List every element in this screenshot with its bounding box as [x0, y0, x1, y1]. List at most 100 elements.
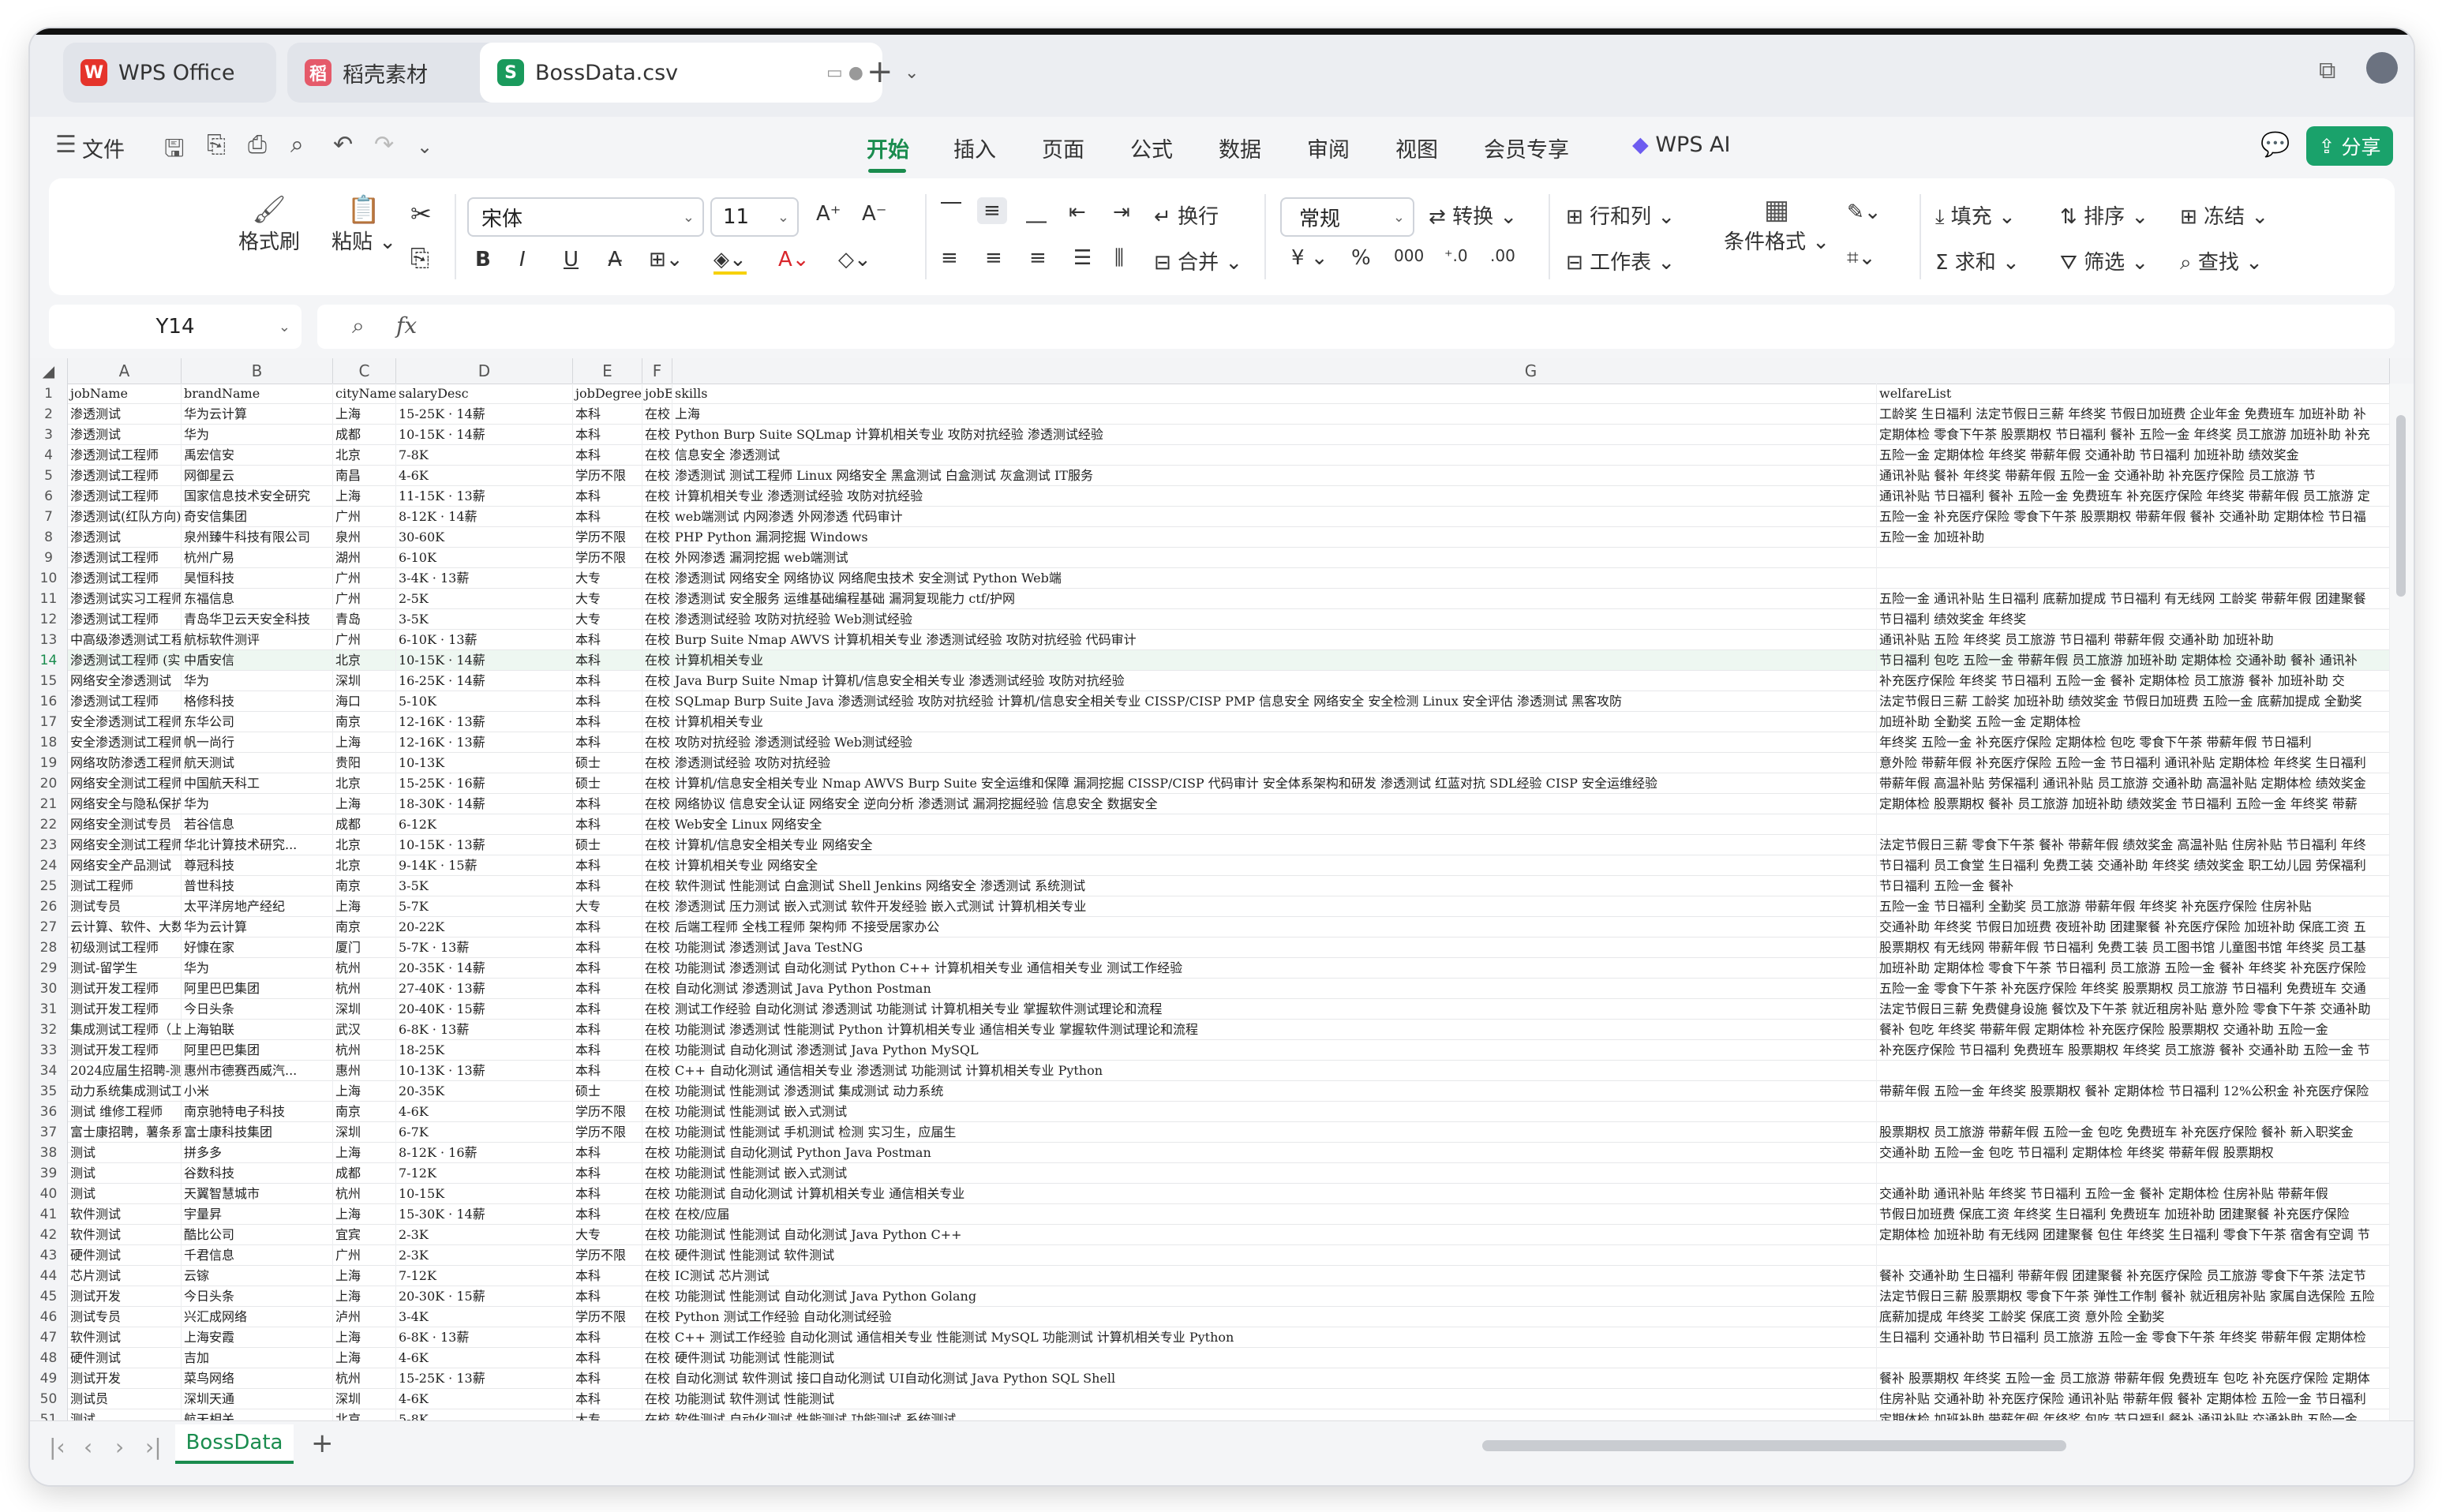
- cell-brandname[interactable]: 兴汇成网络: [182, 1307, 333, 1327]
- cell-skills[interactable]: skills: [672, 384, 1877, 404]
- cell-jobname[interactable]: 2024应届生招聘-测试工程师: [68, 1061, 182, 1081]
- cell-jobname[interactable]: 渗透测试工程师: [68, 609, 182, 630]
- cell-salary[interactable]: 10-15K · 14薪: [396, 650, 573, 671]
- table-row[interactable]: 39 测试 谷数科技 成都 7-12K 本科 在校 功能测试 性能测试 嵌入式测试: [30, 1163, 2414, 1184]
- column-header-g[interactable]: G: [672, 358, 2390, 384]
- name-box[interactable]: Y14 ⌄: [49, 305, 302, 349]
- redo-icon[interactable]: ↷: [374, 131, 394, 159]
- cell-welfare[interactable]: 补充医疗保险 年终奖 节日福利 五险一金 餐补 定期体检 员工旅游 餐补 加班补…: [1877, 671, 2390, 691]
- cell-welfare[interactable]: 五险一金 加班补助: [1877, 527, 2390, 548]
- cell-brandname[interactable]: 青岛华卫云天安全科技: [182, 609, 333, 630]
- window-restore-icon[interactable]: ⧉: [2319, 57, 2335, 84]
- cell-icon[interactable]: ⌗⌄: [1847, 246, 1875, 271]
- table-row[interactable]: 51 测试 航天相关 北京 5-8K 大专 在校 软件测试 自动化测试 性能测试 功能测试 系…: [30, 1409, 2414, 1420]
- cell-experience[interactable]: 在校: [642, 1102, 672, 1122]
- cell-experience[interactable]: 在校: [642, 1081, 672, 1102]
- cell-salary[interactable]: 7-12K: [396, 1266, 573, 1286]
- cell-degree[interactable]: 学历不限: [573, 1307, 642, 1327]
- cell-welfare[interactable]: 节日福利 员工食堂 生日福利 免费工装 交通补助 年终奖 绩效奖金 职工幼儿园 …: [1877, 855, 2390, 876]
- cell-cityname[interactable]: 上海: [333, 1348, 396, 1368]
- table-row[interactable]: 26 测试专员 太平洋房地产经纪 上海 5-7K 大专 在校 渗透测试 压力测试 嵌入式测试 …: [30, 896, 2414, 917]
- cell-welfare[interactable]: 五险一金 节日福利 全勤奖 员工旅游 带薪年假 年终奖 补充医疗保险 住房补贴: [1877, 896, 2390, 917]
- cell-experience[interactable]: 在校: [642, 568, 672, 589]
- column-header-c[interactable]: C: [333, 358, 396, 384]
- table-row[interactable]: 27云计算、软件、大数据测试华为云计算南京20-22K本科在校后端工程师 全栈工…: [30, 917, 2414, 938]
- cell-degree[interactable]: 学历不限: [573, 527, 642, 548]
- cell-welfare[interactable]: 通讯补贴 节日福利 餐补 五险一金 免费班车 补充医疗保险 年终奖 带薪年假 员…: [1877, 486, 2390, 507]
- cell-experience[interactable]: 在校: [642, 609, 672, 630]
- cell-degree[interactable]: 本科: [573, 958, 642, 979]
- comment-icon[interactable]: 💬: [2260, 131, 2290, 159]
- cell-cityname[interactable]: 武汉: [333, 1020, 396, 1040]
- row-number[interactable]: 24: [30, 855, 68, 876]
- cell-degree[interactable]: 本科: [573, 691, 642, 712]
- cell-brandname[interactable]: 若谷信息: [182, 814, 333, 835]
- cell-salary[interactable]: 10-15K · 14薪: [396, 425, 573, 445]
- row-number[interactable]: 5: [30, 466, 68, 486]
- table-row[interactable]: 16 渗透测试工程师 格修科技 海口 5-10K 本科 在校 SQLmap Burp Suit…: [30, 691, 2414, 712]
- cell-salary[interactable]: 3-5K: [396, 876, 573, 896]
- cell-brandname[interactable]: 华为: [182, 671, 333, 691]
- cell-brandname[interactable]: 昊恒科技: [182, 568, 333, 589]
- cell-brandname[interactable]: 尊冠科技: [182, 855, 333, 876]
- cell-cityname[interactable]: 泸州: [333, 1307, 396, 1327]
- cell-welfare[interactable]: 住房补贴 交通补助 补充医疗保险 通讯补贴 带薪年假 餐补 定期体检 五险一金 …: [1877, 1389, 2390, 1409]
- cell-experience[interactable]: 在校: [642, 979, 672, 999]
- clear-format-icon[interactable]: ◇⌄: [838, 248, 871, 271]
- cell-skills[interactable]: 功能测试 渗透测试 自动化测试 Python C++ 计算机相关专业 通信相关专…: [672, 958, 1877, 979]
- row-number[interactable]: 49: [30, 1368, 68, 1389]
- cell-degree[interactable]: 大专: [573, 896, 642, 917]
- cell-skills[interactable]: 渗透测试 安全服务 运维基础编程基础 漏洞复现能力 ctf/护网: [672, 589, 1877, 609]
- row-number[interactable]: 27: [30, 917, 68, 938]
- convert-button[interactable]: ⇄ 转换 ⌄: [1429, 200, 1517, 230]
- align-middle-icon[interactable]: ≡: [977, 197, 1007, 224]
- cell-degree[interactable]: 本科: [573, 814, 642, 835]
- cell-degree[interactable]: 本科: [573, 1061, 642, 1081]
- cell-experience[interactable]: 在校: [642, 691, 672, 712]
- cell-jobname[interactable]: 渗透测试工程师: [68, 568, 182, 589]
- cell-jobname[interactable]: 硬件测试: [68, 1245, 182, 1266]
- cell-salary[interactable]: 2-3K: [396, 1245, 573, 1266]
- underline-icon[interactable]: U: [564, 248, 579, 271]
- cell-salary[interactable]: 15-25K · 14薪: [396, 404, 573, 425]
- cell-skills[interactable]: SQLmap Burp Suite Java 渗透测试经验 攻防对抗经验 计算机…: [672, 691, 1877, 712]
- cell-cityname[interactable]: 海口: [333, 691, 396, 712]
- cell-degree[interactable]: 本科: [573, 1163, 642, 1184]
- cell-salary[interactable]: 27-40K · 13薪: [396, 979, 573, 999]
- cell-cityname[interactable]: cityName: [333, 384, 396, 404]
- cell-degree[interactable]: 本科: [573, 425, 642, 445]
- cell-cityname[interactable]: 广州: [333, 568, 396, 589]
- row-number[interactable]: 15: [30, 671, 68, 691]
- row-number[interactable]: 26: [30, 896, 68, 917]
- sheet-tab[interactable]: BossData: [175, 1424, 294, 1464]
- cell-salary[interactable]: 10-15K · 13薪: [396, 835, 573, 855]
- cell-jobname[interactable]: 渗透测试: [68, 404, 182, 425]
- cell-degree[interactable]: 本科: [573, 404, 642, 425]
- cell-degree[interactable]: 大专: [573, 589, 642, 609]
- cell-brandname[interactable]: 惠州市德赛西威汽...: [182, 1061, 333, 1081]
- cell-brandname[interactable]: 宇量昇: [182, 1204, 333, 1225]
- cell-skills[interactable]: 渗透测试 网络安全 网络协议 网络爬虫技术 安全测试 Python Web端: [672, 568, 1877, 589]
- row-number[interactable]: 35: [30, 1081, 68, 1102]
- row-number[interactable]: 6: [30, 486, 68, 507]
- cell-jobname[interactable]: 测试-留学生: [68, 958, 182, 979]
- zoom-search-icon[interactable]: ⌕: [352, 313, 365, 339]
- column-header-f[interactable]: F: [642, 358, 672, 384]
- cell-skills[interactable]: 功能测试 性能测试 自动化测试 Java Python Golang: [672, 1286, 1877, 1307]
- cell-cityname[interactable]: 惠州: [333, 1061, 396, 1081]
- cell-brandname[interactable]: 格修科技: [182, 691, 333, 712]
- tab-formula[interactable]: 公式: [1130, 133, 1173, 163]
- table-row[interactable]: 6 渗透测试工程师 国家信息技术安全研究 上海 11-15K · 13薪 本科 在校 计算机相…: [30, 486, 2414, 507]
- cell-skills[interactable]: 功能测试 性能测试 嵌入式测试: [672, 1102, 1877, 1122]
- cell-welfare[interactable]: 股票期权 员工旅游 带薪年假 五险一金 包吃 免费班车 补充医疗保险 餐补 新入…: [1877, 1122, 2390, 1143]
- cell-experience[interactable]: 在校: [642, 958, 672, 979]
- cell-brandname[interactable]: 谷数科技: [182, 1163, 333, 1184]
- table-row[interactable]: 28 初级测试工程师 好慷在家 厦门 5-7K · 13薪 本科 在校 功能测试 渗透测试 J…: [30, 938, 2414, 958]
- cell-brandname[interactable]: 奇安信集团: [182, 507, 333, 527]
- cell-cityname[interactable]: 广州: [333, 1245, 396, 1266]
- cell-brandname[interactable]: 好慷在家: [182, 938, 333, 958]
- column-header-a[interactable]: A: [68, 358, 182, 384]
- cell-cityname[interactable]: 湖州: [333, 548, 396, 568]
- cell-brandname[interactable]: 帆一尚行: [182, 732, 333, 753]
- cell-cityname[interactable]: 北京: [333, 835, 396, 855]
